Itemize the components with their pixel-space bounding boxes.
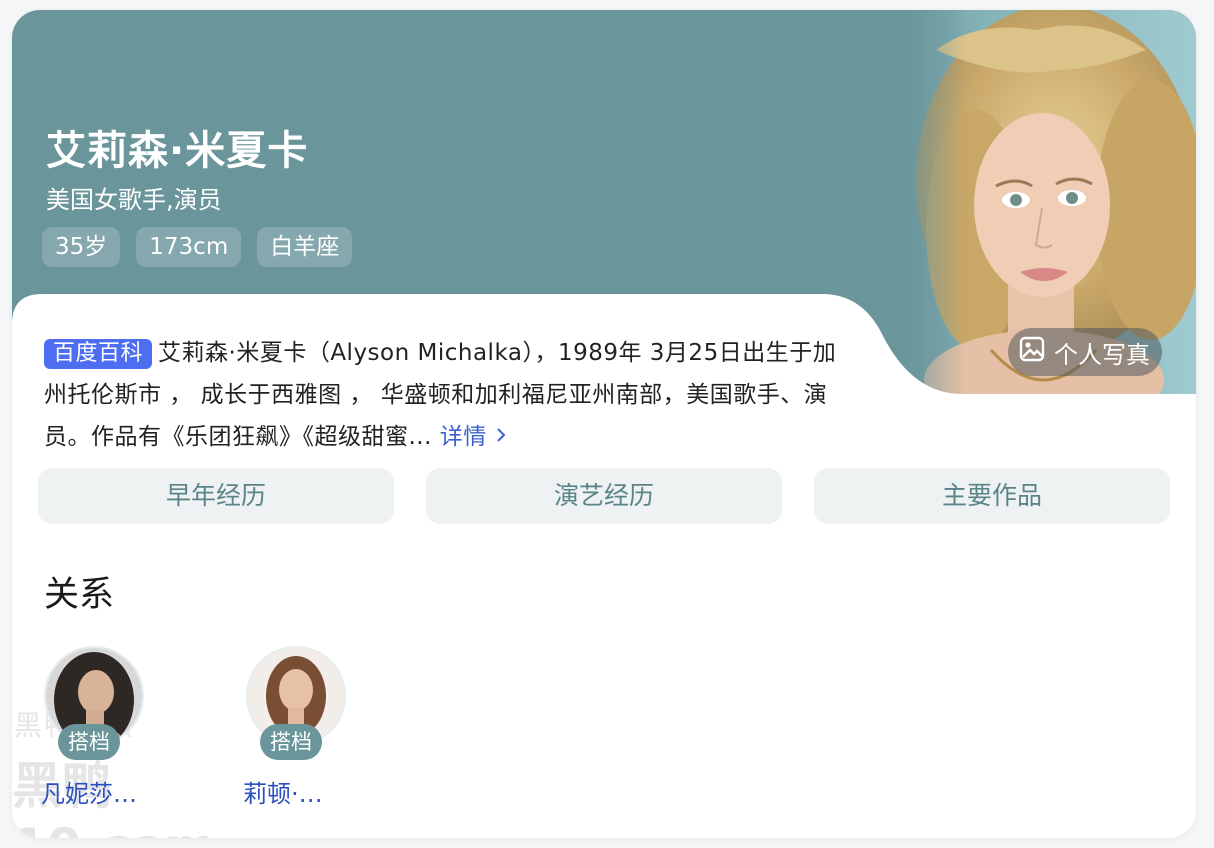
summary-text: 百度百科 艾莉森·米夏卡（Alyson Michalka），1989年 3月25日… bbox=[44, 332, 854, 458]
image-icon bbox=[1018, 335, 1046, 369]
person-name: 艾莉森·米夏卡 bbox=[46, 128, 309, 174]
relation-tag: 搭档 bbox=[58, 724, 120, 760]
age-tag: 35岁 bbox=[42, 227, 121, 267]
chevron-right-icon bbox=[495, 424, 507, 450]
person-subtitle: 美国女歌手,演员 bbox=[46, 186, 222, 214]
career-button[interactable]: 演艺经历 bbox=[426, 468, 782, 524]
height-tag: 173cm bbox=[136, 227, 242, 267]
relation-name: 凡妮莎… bbox=[41, 780, 137, 808]
photo-gallery-label: 个人写真 bbox=[1054, 340, 1150, 369]
early-life-button[interactable]: 早年经历 bbox=[38, 468, 394, 524]
attribute-tags: 35岁 173cm 白羊座 bbox=[42, 227, 353, 267]
person-card: 艾莉森·米夏卡 美国女歌手,演员 35岁 173cm 白羊座 个人写真 百度百科… bbox=[12, 10, 1196, 838]
section-tabs: 早年经历 演艺经历 主要作品 bbox=[38, 468, 1170, 524]
relation-name: 莉顿·… bbox=[243, 780, 323, 808]
relations-title: 关系 bbox=[44, 575, 115, 615]
relation-tag: 搭档 bbox=[260, 724, 322, 760]
details-link[interactable]: 详情 bbox=[440, 424, 507, 450]
source-badge[interactable]: 百度百科 bbox=[44, 339, 153, 369]
photo-gallery-button[interactable]: 个人写真 bbox=[1008, 328, 1162, 376]
details-link-label: 详情 bbox=[439, 424, 487, 450]
zodiac-tag: 白羊座 bbox=[257, 227, 353, 267]
works-button[interactable]: 主要作品 bbox=[814, 468, 1170, 524]
